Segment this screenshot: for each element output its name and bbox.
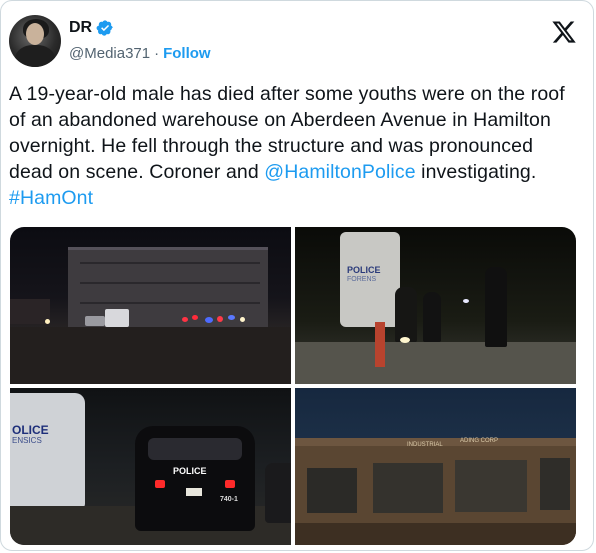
follow-button[interactable]: Follow	[163, 45, 211, 62]
car-taillight	[155, 480, 165, 488]
flashlight-glow	[400, 337, 410, 343]
ground	[295, 342, 576, 384]
equipment-case	[375, 322, 385, 367]
warehouse-roofline	[68, 247, 268, 250]
media-grid: POLICE FORENS OLICE ENSICS POLICE 740-1	[10, 227, 576, 545]
window-row	[80, 302, 260, 304]
photo-warehouse-exterior[interactable]: INDUSTRIAL ADING CORP	[295, 388, 576, 545]
car-windshield	[148, 438, 242, 460]
verified-badge-icon	[96, 20, 113, 36]
officer	[423, 292, 441, 342]
parking-lot	[10, 327, 291, 384]
forensics-van	[10, 393, 85, 508]
van-forensics-label: FORENS	[347, 276, 377, 283]
car-police-label: POLICE	[173, 466, 207, 476]
photo-warehouse-night[interactable]	[10, 227, 291, 384]
tweet-text-tail: investigating.	[415, 161, 537, 183]
tweet-text: A 19-year-old male has died after some y…	[9, 81, 579, 211]
window-row	[80, 262, 260, 264]
broken-window	[307, 468, 357, 513]
headlight	[45, 319, 50, 324]
officer	[395, 287, 417, 342]
separator-dot: ·	[154, 45, 160, 62]
sign-trading-corp: ADING CORP	[460, 438, 499, 444]
tweet-header: DR @Media371 · Follow	[9, 15, 585, 71]
photo-forensics-officers[interactable]: POLICE FORENS	[295, 227, 576, 384]
broken-window	[373, 463, 443, 513]
author-name[interactable]: DR	[69, 19, 92, 37]
author-name-row: DR	[69, 19, 114, 37]
mention-link[interactable]: @HamiltonPolice	[264, 161, 415, 183]
avatar-body	[15, 45, 55, 67]
emergency-light	[217, 316, 223, 322]
broken-window	[540, 458, 570, 510]
window-row	[80, 282, 260, 284]
facade-base	[295, 523, 576, 545]
license-plate	[186, 488, 202, 496]
author-handle-row: @Media371 · Follow	[69, 45, 211, 62]
van-forensics-label: ENSICS	[12, 436, 42, 445]
emergency-light	[192, 315, 198, 320]
flashlight-glow	[463, 299, 469, 303]
x-logo-icon[interactable]	[551, 19, 577, 45]
headlight	[240, 317, 245, 322]
car	[85, 316, 105, 326]
emergency-light	[182, 317, 188, 322]
emergency-light	[205, 317, 213, 323]
car-unit-number: 740-1	[220, 496, 238, 503]
small-building	[10, 299, 50, 324]
avatar-face	[26, 23, 44, 45]
officer	[485, 267, 507, 347]
car-taillight	[225, 480, 235, 488]
photo-police-car[interactable]: OLICE ENSICS POLICE 740-1	[10, 388, 291, 545]
author-handle[interactable]: @Media371	[69, 45, 150, 62]
second-car	[265, 463, 291, 523]
sign-industrial: INDUSTRIAL	[407, 442, 443, 448]
emergency-light	[228, 315, 235, 320]
van-police-label: POLICE	[347, 265, 381, 275]
van-police-label: OLICE	[12, 423, 49, 437]
van	[105, 309, 129, 327]
broken-window	[455, 460, 527, 512]
hashtag-link[interactable]: #HamOnt	[9, 187, 93, 209]
avatar[interactable]	[9, 15, 61, 67]
tweet-card: DR @Media371 · Follow A 19-year-old male…	[0, 0, 594, 551]
